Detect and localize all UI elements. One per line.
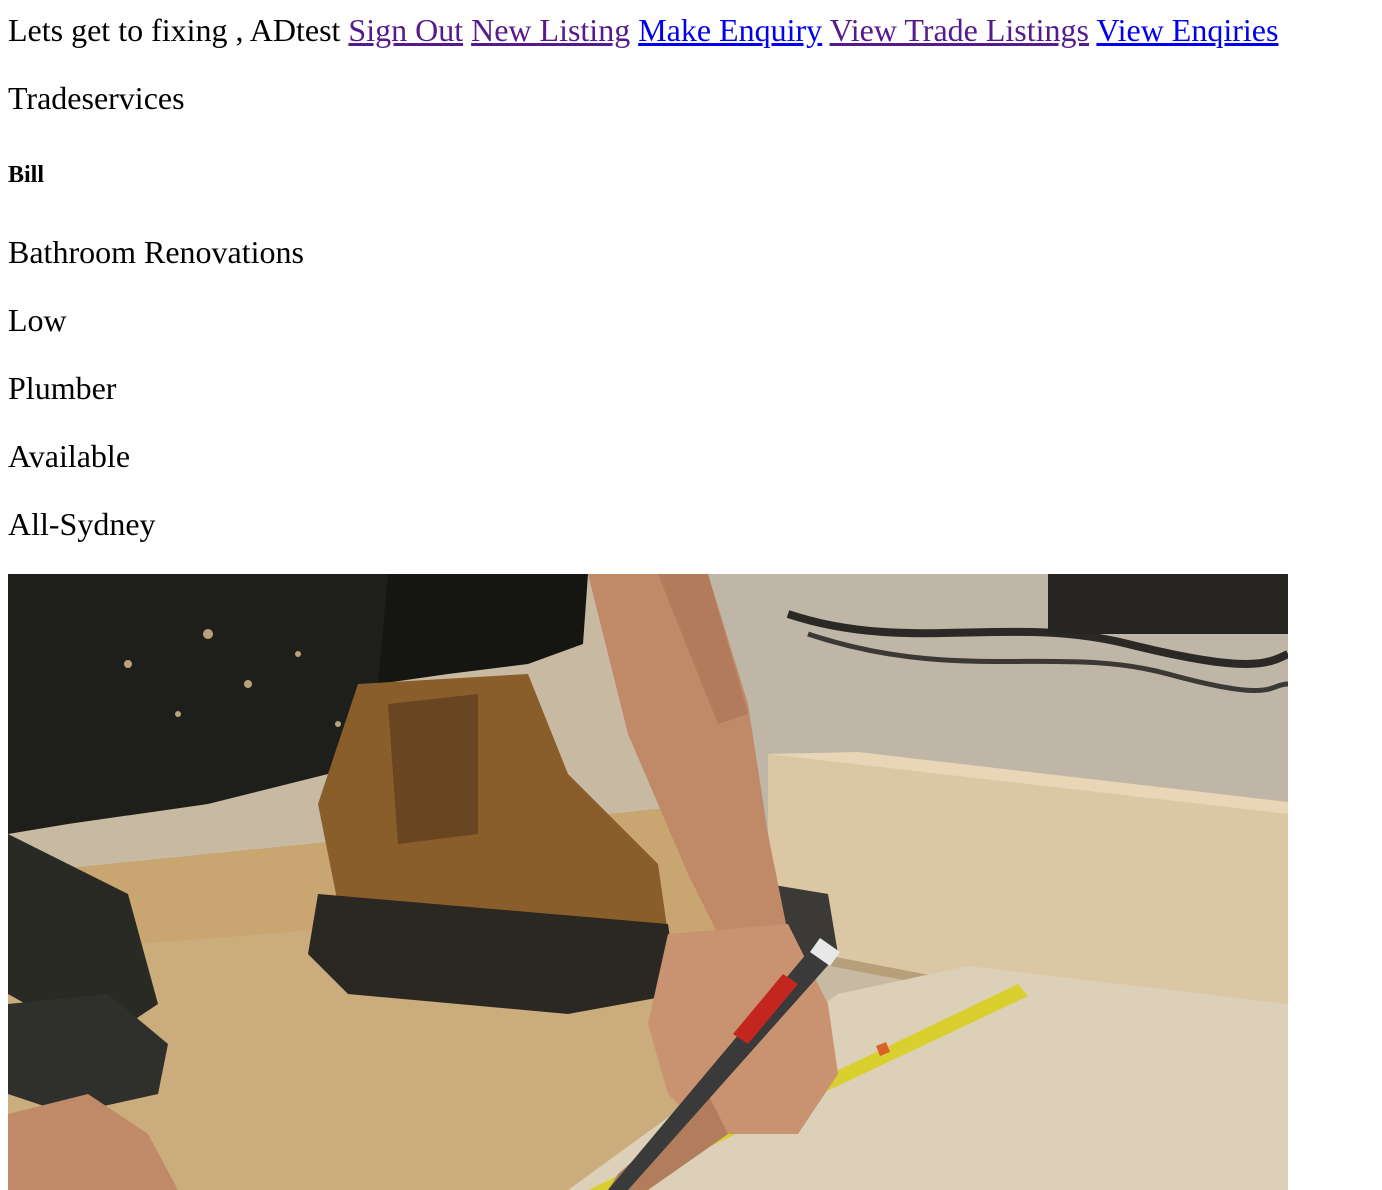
tradesman-photo-illustration (8, 574, 1288, 1190)
greeting-text: Lets get to fixing , ADtest (8, 12, 341, 48)
new-listing-link[interactable]: New Listing (471, 12, 630, 48)
view-trade-listings-link[interactable]: View Trade Listings (830, 12, 1089, 48)
listing-area: All-Sydney (8, 506, 156, 542)
top-bar: Lets get to fixing , ADtest Sign Out New… (8, 10, 1278, 50)
listing-service: Bathroom Renovations (8, 234, 304, 270)
view-enquiries-link[interactable]: View Enqiries (1096, 12, 1278, 48)
listing-availability: Available (8, 438, 131, 474)
sign-out-link[interactable]: Sign Out (348, 12, 463, 48)
page: Lets get to fixing , ADtest Sign Out New… (0, 0, 1382, 1190)
listing-trade: Plumber (8, 370, 117, 406)
listing-photo (8, 574, 1288, 1190)
listing-heading: Tradeservices (8, 80, 185, 116)
listing-price: Low (8, 302, 67, 338)
make-enquiry-link[interactable]: Make Enquiry (638, 12, 822, 48)
listing-owner: Bill (8, 162, 45, 188)
